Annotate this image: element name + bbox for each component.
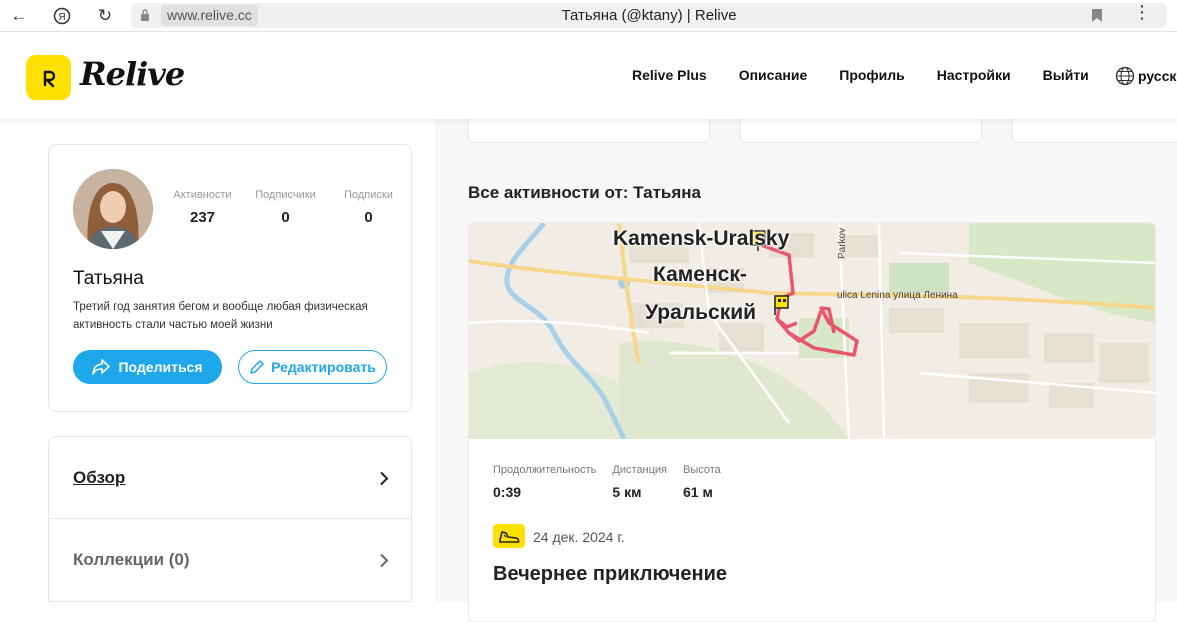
avatar[interactable] [73, 169, 153, 249]
browser-toolbar: ← Я ↻ www.relive.cc Татьяна (@ktany) | R… [0, 0, 1177, 32]
profile-menu: Обзор Коллекции (0) [48, 436, 412, 602]
language-label: русский [1138, 68, 1177, 84]
metric-value: 61 м [683, 484, 713, 500]
map-city-label: Уральский [645, 301, 757, 324]
metric-elevation: Высота 61 м [683, 464, 721, 500]
profile-name: Татьяна [73, 268, 144, 289]
profile-stats: Активности 237 Подписчики 0 Подписки 0 [161, 189, 410, 226]
stat-value: 237 [189, 209, 216, 226]
activity-title[interactable]: Вечернее приключение [493, 563, 727, 586]
map-street-label: Parkov [837, 227, 848, 259]
activity-card[interactable]: Kamensk-Uralsky Каменск- Уральский ulica… [468, 222, 1156, 622]
activity-map[interactable]: Kamensk-Uralsky Каменск- Уральский ulica… [469, 223, 1155, 441]
stat-value: 0 [281, 209, 290, 226]
nav-profile[interactable]: Профиль [839, 67, 905, 83]
summary-card [468, 119, 710, 143]
relive-logo-icon[interactable] [26, 55, 71, 100]
menu-label: Обзор [73, 467, 126, 487]
more-vertical-icon[interactable]: ⋮ [1133, 2, 1151, 23]
map-city-label: Kamensk-Uralsky [613, 227, 790, 250]
summary-card [1012, 119, 1177, 143]
menu-label: Коллекции (0) [73, 550, 190, 569]
page-title: Татьяна (@ktany) | Relive [561, 7, 737, 24]
metric-duration: Продолжительность 0:39 [493, 464, 596, 500]
globe-icon [1115, 66, 1135, 86]
activity-metrics: Продолжительность 0:39 Дистанция 5 км Вы… [493, 464, 721, 500]
main-content: Все активности от: Татьяна Kamensk-Urals… [438, 119, 1177, 622]
activities-heading: Все активности от: Татьяна [468, 183, 701, 202]
share-label: Поделиться [118, 359, 203, 375]
menu-item-overview[interactable]: Обзор [49, 437, 411, 519]
svg-text:Я: Я [58, 12, 65, 23]
metric-label: Высота [683, 464, 721, 476]
metric-label: Продолжительность [493, 464, 597, 476]
stat-label: Подписки [344, 189, 393, 201]
stat-label: Активности [173, 189, 232, 201]
profile-card: Активности 237 Подписчики 0 Подписки 0 Т… [48, 144, 412, 412]
nav-logout[interactable]: Выйти [1043, 67, 1089, 83]
stat-following[interactable]: Подписки 0 [327, 189, 410, 226]
top-nav: Relive Plus Описание Профиль Настройки В… [632, 67, 1089, 83]
site-header: Relive Relive Plus Описание Профиль Наст… [0, 33, 1177, 119]
lock-icon [141, 9, 149, 21]
metric-value: 0:39 [493, 484, 522, 500]
metric-label: Дистанция [612, 464, 668, 476]
url-text[interactable]: www.relive.cc [161, 5, 258, 26]
relive-logo-text[interactable]: Relive [80, 55, 185, 93]
nav-relive-plus[interactable]: Relive Plus [632, 67, 707, 83]
share-icon [92, 359, 111, 375]
edit-profile-button[interactable]: Редактировать [238, 350, 387, 384]
menu-item-collections[interactable]: Коллекции (0) [49, 519, 411, 601]
stat-followers[interactable]: Подписчики 0 [244, 189, 327, 226]
stat-label: Подписчики [255, 189, 316, 201]
metric-distance: Дистанция 5 км [612, 464, 667, 500]
summary-card [740, 119, 982, 143]
share-button[interactable]: Поделиться [73, 350, 222, 384]
left-sidebar: Активности 237 Подписчики 0 Подписки 0 Т… [0, 119, 437, 602]
map-street-label: ulica Lenina улица Ленина [837, 290, 958, 301]
edit-label: Редактировать [271, 359, 376, 375]
reload-icon[interactable]: ↻ [92, 4, 118, 28]
running-shoe-icon [493, 524, 525, 548]
activity-date: 24 дек. 2024 г. [533, 529, 625, 545]
back-arrow-icon[interactable]: ← [6, 4, 32, 28]
pencil-icon [250, 360, 264, 374]
language-selector[interactable]: русский [1115, 66, 1177, 86]
address-bar[interactable]: www.relive.cc Татьяна (@ktany) | Relive [131, 3, 1167, 28]
stat-value: 0 [364, 209, 373, 226]
metric-value: 5 км [612, 484, 642, 500]
yandex-icon[interactable]: Я [49, 4, 75, 28]
profile-bio: Третий год занятия бегом и вообще любая … [73, 301, 368, 331]
nav-settings[interactable]: Настройки [937, 67, 1011, 83]
chevron-right-icon [380, 471, 389, 486]
chevron-right-icon [380, 553, 389, 568]
map-city-label: Каменск- [653, 263, 747, 286]
bookmark-icon[interactable] [1091, 8, 1103, 23]
stat-activities[interactable]: Активности 237 [161, 189, 244, 226]
nav-description[interactable]: Описание [739, 67, 808, 83]
